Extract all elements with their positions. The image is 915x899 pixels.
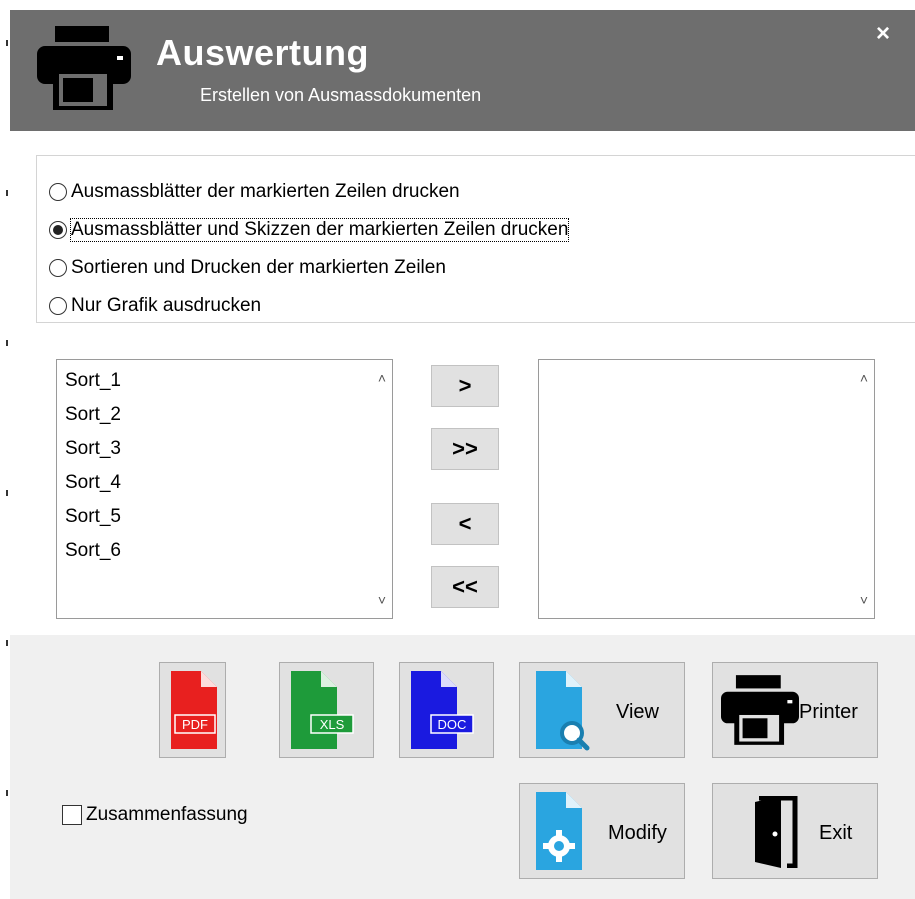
scroll-up-icon[interactable]: ˄ bbox=[856, 370, 872, 386]
radio-option-sheets-and-sketches[interactable]: Ausmassblätter und Skizzen der markierte… bbox=[49, 214, 570, 246]
printer-icon bbox=[721, 675, 799, 745]
selected-sort-list[interactable]: ˄ ˅ bbox=[538, 359, 875, 619]
radio-option-label: Nur Grafik ausdrucken bbox=[71, 295, 262, 316]
remove-one-button[interactable]: < bbox=[431, 503, 499, 545]
printer-label: Printer bbox=[799, 701, 858, 723]
modify-label: Modify bbox=[608, 822, 667, 844]
scroll-up-icon[interactable]: ˄ bbox=[374, 370, 390, 386]
document-search-icon bbox=[536, 671, 590, 751]
printer-button[interactable]: Printer bbox=[712, 662, 878, 758]
doc-file-icon: DOC bbox=[411, 671, 474, 749]
left-edge bbox=[0, 0, 10, 899]
remove-all-button[interactable]: << bbox=[431, 566, 499, 608]
radio-option-label: Sortieren und Drucken der markierten Zei… bbox=[71, 257, 446, 278]
export-doc-button[interactable]: DOC bbox=[399, 662, 494, 758]
summary-checkbox-row[interactable]: Zusammenfassung bbox=[62, 804, 248, 826]
xls-file-icon: XLS bbox=[291, 671, 354, 749]
radio-option-sort-and-print[interactable]: Sortieren und Drucken der markierten Zei… bbox=[49, 252, 446, 284]
radio-button[interactable] bbox=[49, 259, 67, 277]
view-label: View bbox=[616, 701, 659, 723]
dialog-title: Auswertung bbox=[156, 32, 370, 73]
list-item[interactable]: Sort_5 bbox=[65, 500, 121, 534]
list-item[interactable]: Sort_4 bbox=[65, 466, 121, 500]
radio-option-label: Ausmassblätter und Skizzen der markierte… bbox=[69, 218, 570, 242]
xls-label: XLS bbox=[320, 717, 345, 732]
printer-icon bbox=[37, 26, 131, 110]
radio-button[interactable] bbox=[49, 183, 67, 201]
available-sort-list[interactable]: Sort_1 Sort_2 Sort_3 Sort_4 Sort_5 Sort_… bbox=[56, 359, 393, 619]
radio-option-sheets[interactable]: Ausmassblätter der markierten Zeilen dru… bbox=[49, 176, 460, 208]
close-icon[interactable]: × bbox=[871, 22, 895, 46]
print-mode-radio-group: Ausmassblätter der markierten Zeilen dru… bbox=[36, 155, 915, 323]
scrollbar[interactable]: ˄ ˅ bbox=[372, 360, 392, 618]
available-list-items: Sort_1 Sort_2 Sort_3 Sort_4 Sort_5 Sort_… bbox=[65, 364, 121, 568]
options-panel: Ausmassblätter der markierten Zeilen dru… bbox=[10, 131, 915, 635]
export-pdf-button[interactable]: PDF bbox=[159, 662, 226, 758]
add-one-button[interactable]: > bbox=[431, 365, 499, 407]
modify-button[interactable]: Modify bbox=[519, 783, 685, 879]
view-button[interactable]: View bbox=[519, 662, 685, 758]
scroll-down-icon[interactable]: ˅ bbox=[374, 592, 390, 608]
dialog-subtitle: Erstellen von Ausmassdokumenten bbox=[200, 85, 482, 105]
add-all-button[interactable]: >> bbox=[431, 428, 499, 470]
list-item[interactable]: Sort_3 bbox=[65, 432, 121, 466]
document-settings-icon bbox=[536, 792, 582, 870]
exit-button[interactable]: Exit bbox=[712, 783, 878, 879]
export-xls-button[interactable]: XLS bbox=[279, 662, 374, 758]
radio-button[interactable] bbox=[49, 297, 67, 315]
pdf-label: PDF bbox=[182, 717, 208, 732]
list-item[interactable]: Sort_2 bbox=[65, 398, 121, 432]
scroll-down-icon[interactable]: ˅ bbox=[856, 592, 872, 608]
pdf-file-icon: PDF bbox=[171, 671, 217, 749]
summary-checkbox-label: Zusammenfassung bbox=[86, 804, 248, 825]
radio-option-graphics-only[interactable]: Nur Grafik ausdrucken bbox=[49, 290, 261, 322]
scrollbar[interactable]: ˄ ˅ bbox=[854, 360, 874, 618]
doc-label: DOC bbox=[438, 717, 467, 732]
list-item[interactable]: Sort_6 bbox=[65, 534, 121, 568]
exit-door-icon bbox=[755, 796, 798, 868]
radio-option-label: Ausmassblätter der markierten Zeilen dru… bbox=[71, 181, 460, 202]
exit-label: Exit bbox=[819, 822, 853, 844]
evaluation-dialog: Auswertung Erstellen von Ausmassdokument… bbox=[10, 10, 915, 899]
list-item[interactable]: Sort_1 bbox=[65, 364, 121, 398]
summary-checkbox[interactable] bbox=[62, 805, 82, 825]
radio-button-selected[interactable] bbox=[49, 221, 67, 239]
dialog-header: Auswertung Erstellen von Ausmassdokument… bbox=[10, 10, 915, 131]
